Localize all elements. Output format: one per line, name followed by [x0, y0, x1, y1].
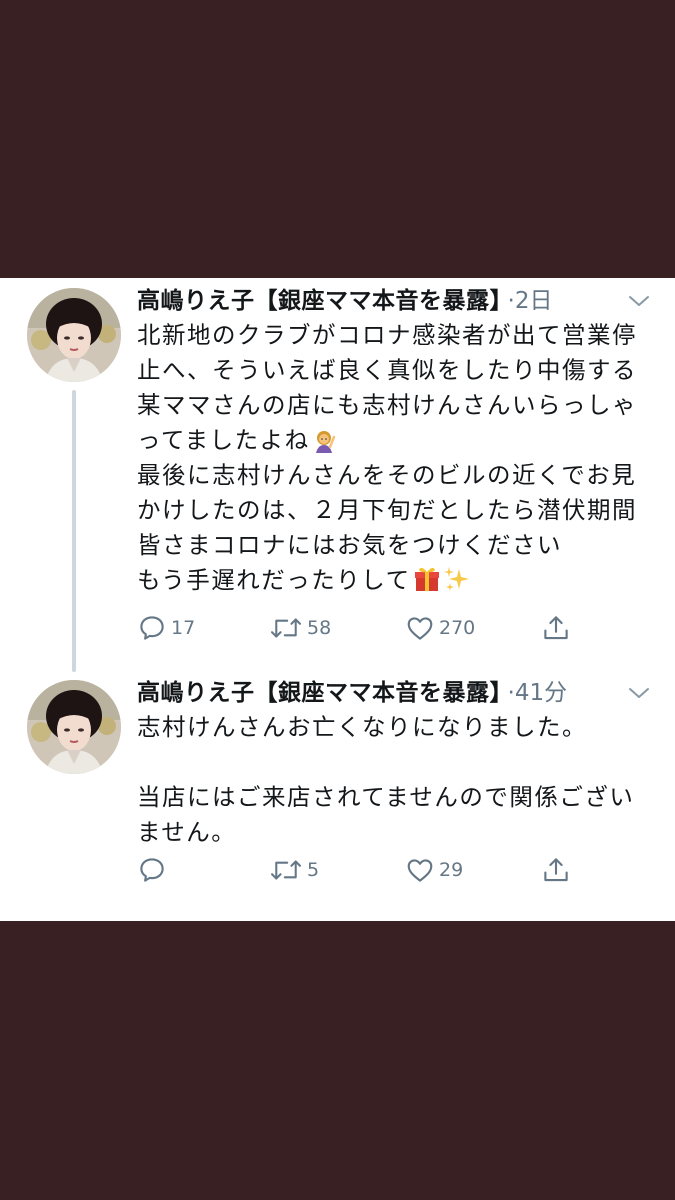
- tweet-text-line: 当店にはご来店されてませんので関係ござい: [137, 783, 635, 811]
- tweet-text-line-with-emoji: もう手遅れだったりして: [137, 563, 657, 598]
- author-name[interactable]: 高嶋りえ子【銀座ママ本音を暴露】: [137, 680, 502, 706]
- share-icon: [544, 858, 568, 882]
- like-button[interactable]: 270: [405, 611, 475, 645]
- share-button[interactable]: [541, 853, 571, 887]
- like-icon: [407, 617, 433, 640]
- sparkles-emoji: [443, 565, 471, 603]
- separator-dot: ·: [507, 680, 515, 706]
- timestamp[interactable]: 2日: [515, 288, 553, 314]
- tweet-thread-panel: 高嶋りえ子【銀座ママ本音を暴露】 ·2日 北新地のクラブがコロナ感染者が出て営業停…: [0, 278, 675, 921]
- share-button[interactable]: [541, 611, 571, 645]
- separator-dot: ·: [507, 288, 515, 314]
- tweet-text: 志村けんさんお亡くなりになりました。 当店にはご来店されてませんので関係ござい …: [137, 710, 657, 850]
- avatar[interactable]: [27, 680, 121, 774]
- retweet-count: 5: [307, 859, 320, 881]
- author-name[interactable]: 高嶋りえ子【銀座ママ本音を暴露】: [137, 288, 502, 314]
- timestamp[interactable]: 41分: [515, 680, 567, 706]
- gift-emoji: [413, 565, 441, 603]
- reply-icon: [140, 858, 164, 882]
- chevron-down-icon[interactable]: [627, 293, 651, 309]
- tweet-text-line: 某ママさんの店にも志村けんさんいらっしゃ: [137, 391, 637, 419]
- tweet-actions: 5 29: [137, 853, 637, 887]
- avatar-image: [27, 288, 121, 382]
- chevron-down-icon[interactable]: [627, 685, 651, 701]
- retweet-icon: [271, 860, 301, 880]
- retweet-count: 58: [307, 617, 332, 639]
- tweet-text-blank-line: [137, 745, 657, 780]
- tweet-text-line-with-emoji: ってましたよね: [137, 423, 657, 458]
- tweet-actions: 17 58 270: [137, 611, 637, 645]
- tweet[interactable]: 高嶋りえ子【銀座ママ本音を暴露】 ·2日 北新地のクラブがコロナ感染者が出て営業停…: [0, 278, 675, 672]
- reply-button[interactable]: [137, 853, 171, 887]
- tweet-text-line: かけしたのは、２月下旬だとしたら潜伏期間: [137, 496, 637, 524]
- tweet-text-line: 志村けんさんお亡くなりになりました。: [137, 713, 587, 741]
- tweet-text-segment: もう手遅れだったりして: [137, 566, 411, 594]
- like-count: 29: [439, 859, 464, 881]
- retweet-button[interactable]: 58: [269, 611, 331, 645]
- tweet-text: 北新地のクラブがコロナ感染者が出て営業停 止へ、そういえば良く真似をしたり中傷す…: [137, 318, 657, 598]
- reply-count: 17: [171, 617, 196, 639]
- retweet-icon: [271, 618, 301, 638]
- reply-button[interactable]: 17: [137, 611, 195, 645]
- retweet-button[interactable]: 5: [269, 853, 319, 887]
- tweet[interactable]: 高嶋りえ子【銀座ママ本音を暴露】 ·41分 志村けんさんお亡くなりになりました。 …: [0, 670, 675, 921]
- reply-icon: [140, 616, 164, 640]
- tweet-text-segment: ってましたよね: [137, 426, 310, 454]
- tweet-text-line: 北新地のクラブがコロナ感染者が出て営業停: [137, 321, 637, 349]
- avatar-image: [27, 680, 121, 774]
- like-icon: [407, 859, 433, 882]
- avatar[interactable]: [27, 288, 121, 382]
- tweet-text-line: 最後に志村けんさんをそのビルの近くでお見: [137, 461, 637, 489]
- like-count: 270: [439, 617, 476, 639]
- tweet-text-line: 止へ、そういえば良く真似をしたり中傷する: [137, 356, 637, 384]
- like-button[interactable]: 29: [405, 853, 463, 887]
- tweet-header: 高嶋りえ子【銀座ママ本音を暴露】 ·2日: [137, 284, 637, 318]
- thread-connector-line: [72, 390, 76, 672]
- tweet-text-line: 皆さまコロナにはお気をつけください: [137, 531, 562, 559]
- share-icon: [544, 616, 568, 640]
- tweet-text-line: ません。: [137, 818, 237, 846]
- tweet-header: 高嶋りえ子【銀座ママ本音を暴露】 ·41分: [137, 676, 637, 710]
